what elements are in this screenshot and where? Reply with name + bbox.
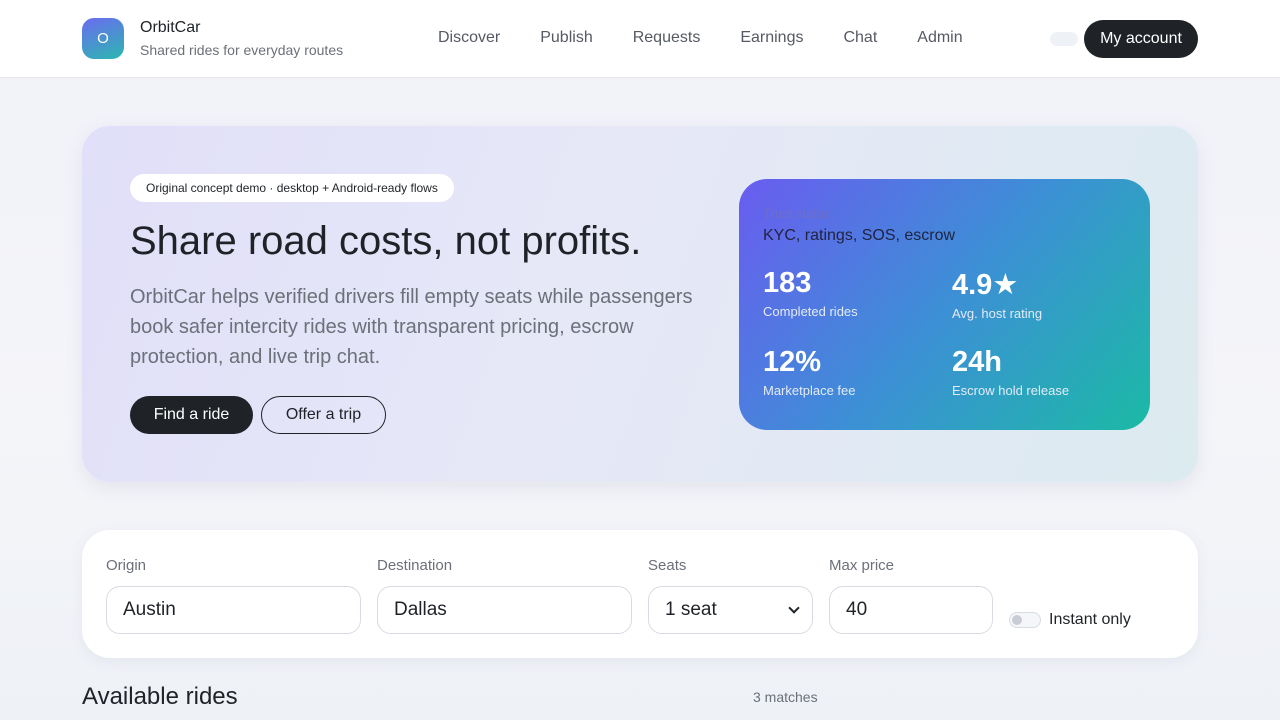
stat-marketplace-fee: 12% Marketplace fee <box>763 346 856 398</box>
instant-only-toggle[interactable] <box>1009 612 1041 628</box>
stat-number: 183 <box>763 267 812 299</box>
theme-toggle[interactable] <box>1050 32 1078 46</box>
nav-item-discover[interactable]: Discover <box>438 29 500 47</box>
stat-number: 4.9★ <box>952 269 1019 301</box>
max-price-input[interactable]: 40 <box>829 586 993 634</box>
offer-trip-button[interactable]: Offer a trip <box>261 396 386 434</box>
toggle-knob <box>1012 615 1022 625</box>
brand-tagline: Shared rides for everyday routes <box>140 42 344 58</box>
stat-label: Avg. host rating <box>952 306 1043 321</box>
seats-select-value: 1 seat <box>665 599 717 620</box>
trust-status-value: KYC, ratings, SOS, escrow <box>763 227 956 244</box>
stat-escrow-release: 24h Escrow hold release <box>952 346 1069 398</box>
find-ride-button[interactable]: Find a ride <box>130 396 253 434</box>
stat-number: 24h <box>952 346 1002 378</box>
hero-section: Original concept demo · desktop + Androi… <box>82 126 1198 482</box>
origin-label: Origin <box>106 557 147 574</box>
main-nav: Discover Publish Requests Earnings Chat … <box>438 29 1003 47</box>
destination-label: Destination <box>377 557 453 574</box>
instant-only-label: Instant only <box>1049 611 1131 628</box>
available-rides-heading: Available rides <box>82 683 238 710</box>
concept-badge: Original concept demo · desktop + Androi… <box>130 174 454 202</box>
nav-item-requests[interactable]: Requests <box>633 29 701 47</box>
stat-label: Completed rides <box>763 304 858 319</box>
nav-item-publish[interactable]: Publish <box>540 29 592 47</box>
ride-search-panel: Origin Austin Destination Dallas Seats 1… <box>82 530 1198 658</box>
max-price-label: Max price <box>829 557 895 574</box>
stat-host-rating: 4.9★ Avg. host rating <box>952 267 1042 321</box>
destination-input[interactable]: Dallas <box>377 586 632 634</box>
hero-title: Share road costs, not profits. <box>130 219 642 263</box>
logo-badge[interactable]: O <box>82 18 124 59</box>
trust-status-label: Trust status <box>763 206 831 221</box>
seats-label: Seats <box>648 557 687 574</box>
my-account-button[interactable]: My account <box>1084 20 1198 58</box>
chevron-down-icon <box>788 602 800 614</box>
trust-status-card: Trust status KYC, ratings, SOS, escrow 1… <box>739 179 1150 430</box>
nav-item-earnings[interactable]: Earnings <box>740 29 803 47</box>
origin-input[interactable]: Austin <box>106 586 361 634</box>
brand-name: OrbitCar <box>140 19 201 36</box>
stat-label: Escrow hold release <box>952 383 1070 398</box>
results-count: 3 matches <box>753 689 818 705</box>
hero-description: OrbitCar helps verified drivers fill emp… <box>130 286 693 368</box>
stat-completed-rides: 183 Completed rides <box>763 267 858 319</box>
nav-item-admin[interactable]: Admin <box>917 29 962 47</box>
stat-number: 12% <box>763 346 822 378</box>
top-header: O OrbitCar Shared rides for everyday rou… <box>0 0 1280 78</box>
stat-label: Marketplace fee <box>763 383 856 398</box>
seats-select[interactable]: 1 seat <box>648 586 813 634</box>
nav-item-chat[interactable]: Chat <box>843 29 877 47</box>
